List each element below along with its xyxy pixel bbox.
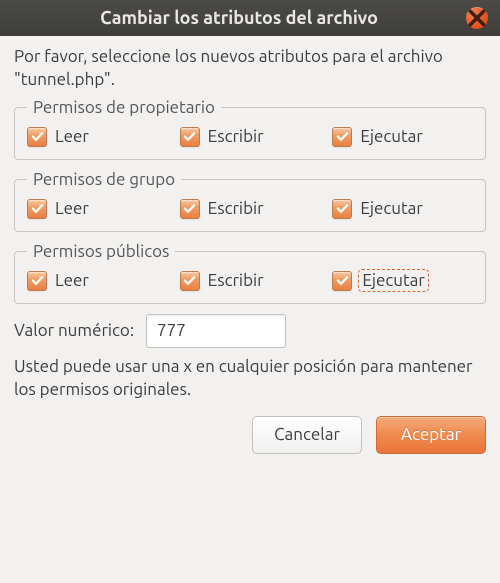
check-icon <box>332 127 352 147</box>
group-legend: Permisos de grupo <box>27 170 181 189</box>
cancel-button[interactable]: Cancelar <box>252 416 362 454</box>
close-icon[interactable] <box>466 7 488 29</box>
owner-write-label: Escribir <box>208 127 264 146</box>
owner-perm-row: Leer Escribir Ejecutar <box>27 127 473 147</box>
public-permissions-group: Permisos públicos Leer Escribir Ejecutar <box>14 242 486 304</box>
group-execute-label: Ejecutar <box>360 199 423 218</box>
numeric-label: Valor numérico: <box>14 321 134 340</box>
intro-text: Por favor, seleccione los nuevos atribut… <box>14 46 486 92</box>
button-row: Cancelar Aceptar <box>14 416 486 454</box>
group-write-checkbox[interactable]: Escribir <box>180 199 321 219</box>
dialog-content: Por favor, seleccione los nuevos atribut… <box>0 36 500 468</box>
group-write-label: Escribir <box>208 199 264 218</box>
public-read-label: Leer <box>55 271 89 290</box>
public-write-checkbox[interactable]: Escribir <box>180 271 321 291</box>
check-icon <box>27 199 47 219</box>
check-icon <box>180 271 200 291</box>
check-icon <box>180 199 200 219</box>
owner-execute-checkbox[interactable]: Ejecutar <box>332 127 473 147</box>
group-perm-row: Leer Escribir Ejecutar <box>27 199 473 219</box>
owner-execute-label: Ejecutar <box>360 127 423 146</box>
numeric-value-input[interactable] <box>146 314 286 348</box>
public-write-label: Escribir <box>208 271 264 290</box>
window-title: Cambiar los atributos del archivo <box>12 8 466 28</box>
public-read-checkbox[interactable]: Leer <box>27 271 168 291</box>
hint-text: Usted puede usar una x en cualquier posi… <box>14 356 486 402</box>
accept-button[interactable]: Aceptar <box>376 416 486 454</box>
group-execute-checkbox[interactable]: Ejecutar <box>332 199 473 219</box>
check-icon <box>27 271 47 291</box>
check-icon <box>332 199 352 219</box>
public-legend: Permisos públicos <box>27 242 175 261</box>
public-execute-label: Ejecutar <box>360 271 427 290</box>
check-icon <box>27 127 47 147</box>
owner-read-label: Leer <box>55 127 89 146</box>
group-permissions-group: Permisos de grupo Leer Escribir Ejecutar <box>14 170 486 232</box>
public-perm-row: Leer Escribir Ejecutar <box>27 271 473 291</box>
check-icon <box>332 271 352 291</box>
owner-legend: Permisos de propietario <box>27 98 221 117</box>
titlebar: Cambiar los atributos del archivo <box>0 0 500 36</box>
owner-permissions-group: Permisos de propietario Leer Escribir Ej… <box>14 98 486 160</box>
public-execute-checkbox[interactable]: Ejecutar <box>332 271 473 291</box>
numeric-row: Valor numérico: <box>14 314 486 348</box>
owner-write-checkbox[interactable]: Escribir <box>180 127 321 147</box>
group-read-checkbox[interactable]: Leer <box>27 199 168 219</box>
owner-read-checkbox[interactable]: Leer <box>27 127 168 147</box>
group-read-label: Leer <box>55 199 89 218</box>
check-icon <box>180 127 200 147</box>
